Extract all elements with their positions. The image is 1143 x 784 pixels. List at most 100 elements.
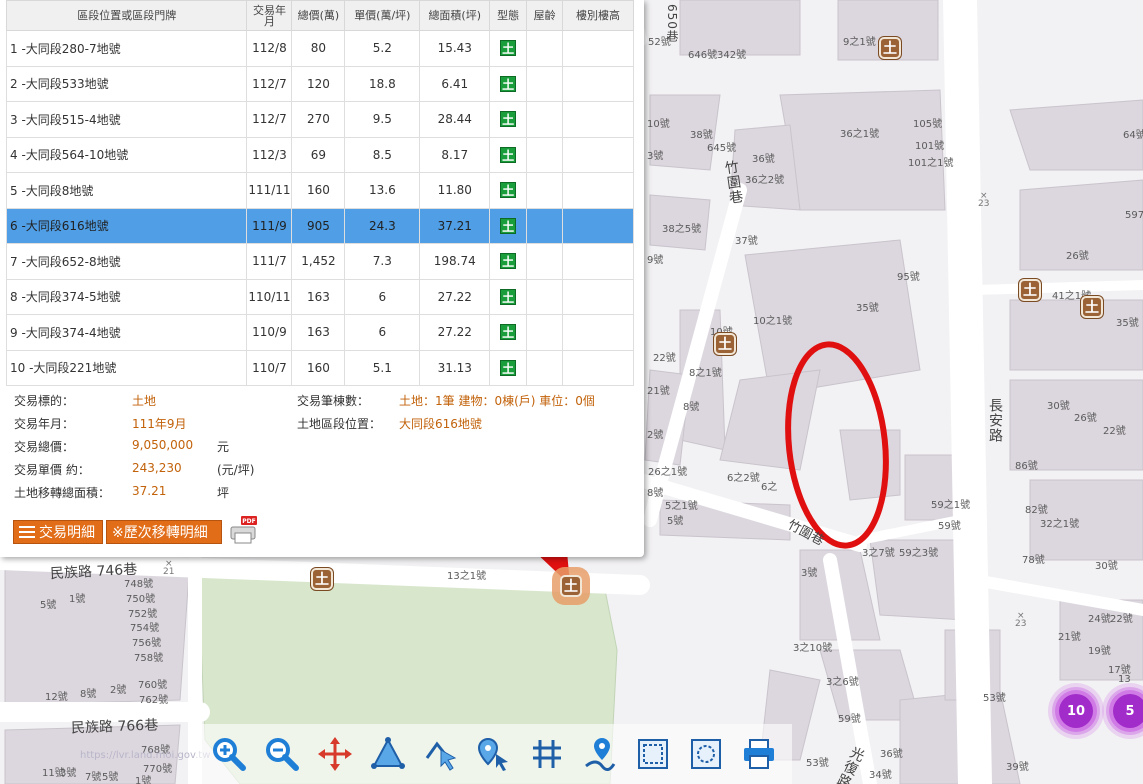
land-marker[interactable]: 土 [1081, 296, 1103, 318]
cell-unit: 13.6 [344, 172, 421, 209]
frame-select-icon [638, 739, 669, 769]
table-row[interactable]: 9 -大同段374-4地號 110/9 163 6 27.22 土 [5, 314, 634, 351]
route-button[interactable] [580, 734, 620, 774]
header-unit-price[interactable]: 單價(萬/坪) [344, 0, 421, 31]
cell-type: 土 [489, 136, 528, 173]
cell-addr: 1 -大同段280-7地號 [5, 30, 248, 67]
selected-land-marker[interactable]: 土 [560, 575, 582, 597]
zoom-out-button[interactable] [262, 734, 302, 774]
list-icon [19, 526, 35, 538]
detail-target-label: 交易標的： [14, 394, 75, 408]
cell-unit: 18.8 [344, 65, 421, 102]
road-label-lane650: 650巷 [665, 4, 679, 43]
cell-total: 1,452 [291, 243, 346, 280]
pdf-download-button[interactable]: PDF [227, 515, 259, 545]
table-row[interactable]: 10 -大同段221地號 110/7 160 5.1 31.13 土 [5, 349, 634, 386]
land-type-icon: 土 [500, 40, 517, 57]
cell-addr: 10 -大同段221地號 [5, 349, 248, 386]
measure-area-button[interactable] [368, 734, 408, 774]
header-age[interactable]: 屋齡 [526, 0, 564, 31]
land-marker[interactable]: 土 [879, 37, 901, 59]
detail-total-unit: 元 [217, 440, 230, 454]
cell-age [526, 101, 564, 138]
table-row[interactable]: 5 -大同段8地號 111/11 160 13.6 11.80 土 [5, 172, 634, 209]
cell-area: 27.22 [419, 278, 491, 315]
cell-date: 111/9 [246, 207, 293, 244]
cell-date: 110/11 [246, 278, 293, 315]
table-row[interactable]: 2 -大同段533地號 112/7 120 18.8 6.41 土 [5, 65, 634, 102]
table-row[interactable]: 7 -大同段652-8地號 111/7 1,452 7.3 198.74 土 [5, 243, 634, 280]
table-row[interactable]: 3 -大同段515-4地號 112/7 270 9.5 28.44 土 [5, 101, 634, 138]
measure-distance-button[interactable] [421, 734, 461, 774]
land-marker[interactable]: 土 [311, 568, 333, 590]
cell-area: 6.41 [419, 65, 491, 102]
transaction-detail: 交易標的： 土地 交易年月： 111年9月 交易總價： 9,050,000 元 … [6, 382, 618, 512]
clear-selection-button[interactable] [686, 734, 726, 774]
ruler-cursor-icon [425, 741, 457, 771]
cell-type: 土 [489, 243, 528, 280]
frame-select-button[interactable] [633, 734, 673, 774]
cell-total: 80 [291, 30, 346, 67]
header-area[interactable]: 總面積(坪) [419, 0, 491, 31]
cell-total: 160 [291, 172, 346, 209]
header-date[interactable]: 交易年月 [246, 0, 293, 31]
cell-type: 土 [489, 65, 528, 102]
cell-type: 土 [489, 30, 528, 67]
cell-date: 112/7 [246, 65, 293, 102]
transaction-detail-button[interactable]: 交易明細 [13, 520, 103, 544]
cell-unit: 24.3 [344, 207, 421, 244]
cell-area: 11.80 [419, 172, 491, 209]
header-floor[interactable]: 樓別樓高 [562, 0, 634, 31]
print-button[interactable] [739, 734, 779, 774]
land-type-icon: 土 [500, 253, 517, 270]
cell-total: 69 [291, 136, 346, 173]
road-grid-icon [533, 740, 561, 768]
land-type-icon: 土 [500, 146, 517, 163]
detail-location-label: 土地區段位置： [297, 417, 382, 431]
zoom-in-button[interactable] [209, 734, 249, 774]
pdf-badge: PDF [242, 518, 255, 525]
cluster-marker[interactable]: 10 [1059, 694, 1093, 728]
header-address[interactable]: 區段位置或區段門牌 [5, 0, 248, 31]
land-type-icon: 土 [500, 359, 517, 376]
land-marker[interactable]: 土 [1019, 279, 1041, 301]
table-row[interactable]: 4 -大同段564-10地號 112/3 69 8.5 8.17 土 [5, 136, 634, 173]
cell-type: 土 [489, 101, 528, 138]
cell-area: 15.43 [419, 30, 491, 67]
locate-point-button[interactable] [474, 734, 514, 774]
cell-date: 110/9 [246, 314, 293, 351]
road-label-minzu-766: 民族路 766巷 [70, 717, 159, 737]
cell-unit: 9.5 [344, 101, 421, 138]
cell-floor [562, 101, 634, 138]
transfer-history-button[interactable]: ※歷次移轉明細 [106, 520, 222, 544]
cell-addr: 3 -大同段515-4地號 [5, 101, 248, 138]
detail-total-label: 交易總價： [14, 440, 75, 454]
table-row-selected[interactable]: 6 -大同段616地號 111/9 905 24.3 37.21 土 [5, 207, 634, 244]
cell-addr: 7 -大同段652-8地號 [5, 243, 248, 280]
cell-floor [562, 172, 634, 209]
table-row[interactable]: 8 -大同段374-5地號 110/11 163 6 27.22 土 [5, 278, 634, 315]
transfer-history-label: ※歷次移轉明細 [112, 525, 208, 541]
printer-icon [744, 739, 775, 769]
table-row[interactable]: 1 -大同段280-7地號 112/8 80 5.2 15.43 土 [5, 30, 634, 67]
header-total-price[interactable]: 總價(萬) [291, 0, 346, 31]
land-marker[interactable]: 土 [714, 333, 736, 355]
cell-age [526, 349, 564, 386]
pan-button[interactable] [315, 734, 355, 774]
cell-area: 27.22 [419, 314, 491, 351]
cell-unit: 6 [344, 278, 421, 315]
cell-addr: 5 -大同段8地號 [5, 172, 248, 209]
header-type[interactable]: 型態 [489, 0, 528, 31]
cell-unit: 5.1 [344, 349, 421, 386]
cell-floor [562, 278, 634, 315]
cell-total: 120 [291, 65, 346, 102]
cell-age [526, 278, 564, 315]
cell-unit: 5.2 [344, 30, 421, 67]
detail-area-label: 土地移轉總面積： [14, 486, 111, 500]
cluster-marker[interactable]: 5 [1113, 694, 1143, 728]
road-search-button[interactable] [527, 734, 567, 774]
detail-ym-value: 111年9月 [132, 417, 187, 431]
detail-location-value: 大同段616地號 [399, 417, 482, 431]
cell-total: 160 [291, 349, 346, 386]
cell-area: 28.44 [419, 101, 491, 138]
